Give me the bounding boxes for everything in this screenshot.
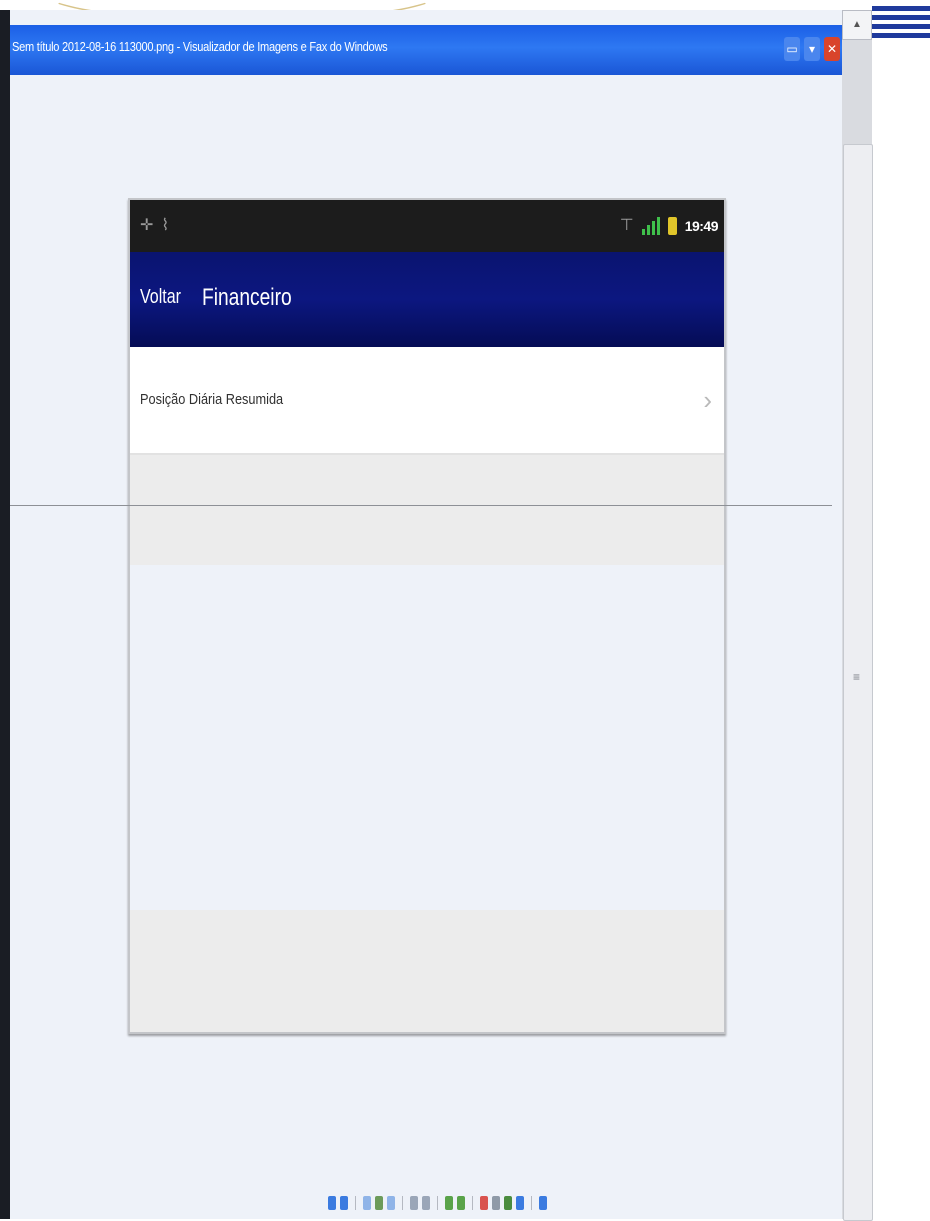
menu-list: Posição Diária Resumida › — [130, 347, 724, 455]
toolbar-separator — [531, 1196, 532, 1210]
actual-size-icon[interactable] — [375, 1196, 383, 1210]
edit-icon[interactable] — [516, 1196, 524, 1210]
decorative-stripes — [872, 6, 930, 42]
grip-icon: ≡ — [853, 670, 861, 684]
vertical-scrollbar[interactable]: ▲ ≡ — [842, 10, 873, 1221]
battery-icon — [667, 217, 677, 235]
toolbar-separator — [355, 1196, 356, 1210]
divider-line — [10, 505, 832, 506]
toolbar-separator — [472, 1196, 473, 1210]
delete-icon[interactable] — [480, 1196, 488, 1210]
page-title: Financeiro — [202, 284, 292, 311]
help-icon[interactable] — [539, 1196, 547, 1210]
status-left-icons: ✛ ⌇ — [140, 216, 169, 236]
next-icon[interactable] — [340, 1196, 348, 1210]
phone-action-bar: Voltar Financeiro — [130, 252, 724, 347]
slideshow-icon[interactable] — [387, 1196, 395, 1210]
signal-icon — [641, 217, 660, 235]
chevron-right-icon: › — [703, 385, 712, 415]
phone-body — [130, 565, 724, 910]
maximize-button[interactable]: ▾ — [804, 37, 820, 61]
back-button[interactable]: Voltar — [140, 286, 181, 309]
prev-icon[interactable] — [328, 1196, 336, 1210]
image-viewer-window: Sem título 2012-08-16 113000.png - Visua… — [10, 10, 842, 1219]
close-button[interactable]: ✕ — [824, 37, 840, 61]
phone-empty-area — [130, 455, 724, 565]
window-controls: ▭ ▾ ✕ — [784, 37, 840, 61]
viewer-toolbar — [328, 1196, 547, 1210]
best-fit-icon[interactable] — [363, 1196, 371, 1210]
scroll-thumb[interactable]: ≡ — [843, 144, 873, 1221]
print-icon[interactable] — [492, 1196, 500, 1210]
minimize-button[interactable]: ▭ — [784, 37, 800, 61]
status-clock: 19:49 — [684, 218, 719, 234]
zoom-in-icon[interactable] — [410, 1196, 418, 1210]
status-right-icons: ⊤ 19:49 — [619, 216, 719, 236]
toolbar-separator — [402, 1196, 403, 1210]
zoom-out-icon[interactable] — [422, 1196, 430, 1210]
phone-screenshot: ✛ ⌇ ⊤ 19:49 Voltar Financeiro Posição Di… — [128, 198, 726, 1034]
window-title: Sem título 2012-08-16 113000.png - Visua… — [12, 39, 388, 54]
usb-icon: ✛ — [140, 217, 154, 234]
scroll-up-arrow-icon[interactable]: ▲ — [842, 10, 872, 40]
wifi-icon: ⊤ — [619, 217, 634, 234]
list-item-posicao-diaria[interactable]: Posição Diária Resumida › — [130, 367, 724, 429]
window-titlebar[interactable]: Sem título 2012-08-16 113000.png - Visua… — [10, 25, 842, 75]
rotate-cw-icon[interactable] — [445, 1196, 453, 1210]
toolbar-separator — [437, 1196, 438, 1210]
debug-icon: ⌇ — [161, 217, 170, 234]
copy-icon[interactable] — [504, 1196, 512, 1210]
phone-bottom-area — [130, 910, 724, 1032]
phone-status-bar: ✛ ⌇ ⊤ 19:49 — [130, 200, 724, 252]
list-item-label: Posição Diária Resumida — [140, 391, 284, 408]
rotate-ccw-icon[interactable] — [457, 1196, 465, 1210]
